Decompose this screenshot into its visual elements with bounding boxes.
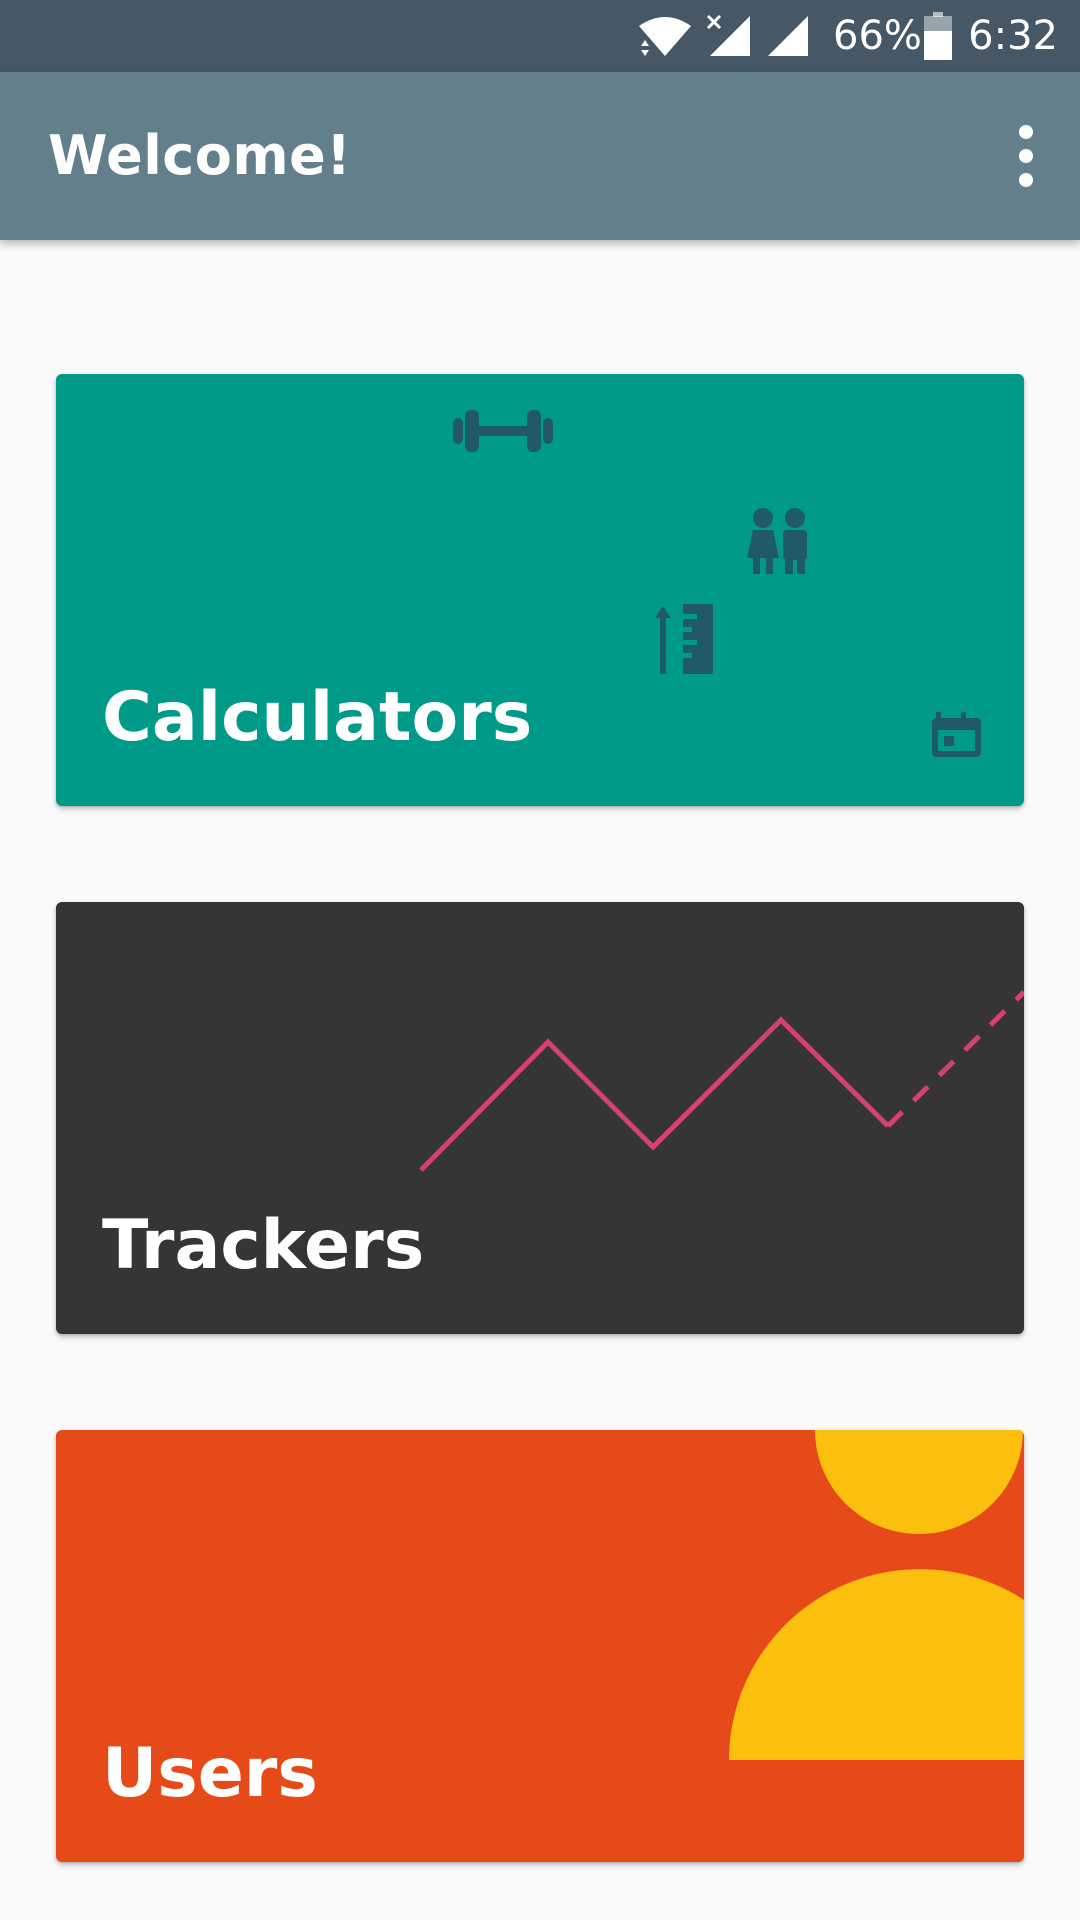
page-title: Welcome! [48, 124, 352, 187]
trend-line [419, 1016, 890, 1172]
trackers-card-title: Trackers [102, 1206, 425, 1285]
people-icon [747, 508, 807, 574]
calculators-card[interactable]: Calculators [56, 374, 1024, 806]
no-sim-signal-icon [706, 14, 750, 56]
overflow-menu-button[interactable] [1000, 114, 1052, 198]
user-head-shape [815, 1430, 1023, 1534]
battery-percent: 66% [833, 13, 922, 59]
battery-icon [924, 12, 952, 60]
signal-icon [768, 16, 808, 56]
users-card-title: Users [102, 1734, 318, 1813]
overflow-menu-icon [1019, 125, 1033, 187]
app-bar: Welcome! [0, 72, 1080, 240]
calendar-icon [932, 712, 981, 757]
trackers-card[interactable]: Trackers [56, 902, 1024, 1334]
status-time: 6:32 [968, 13, 1058, 59]
status-bar: 66% 6:32 [0, 0, 1080, 72]
user-body-shape [729, 1569, 1024, 1760]
height-ruler-icon [655, 604, 713, 674]
users-card[interactable]: Users [56, 1430, 1024, 1862]
wifi-icon [639, 17, 691, 56]
calculators-card-title: Calculators [102, 678, 533, 757]
trend-line-projection [886, 990, 1024, 1128]
dumbbell-icon [453, 410, 553, 452]
